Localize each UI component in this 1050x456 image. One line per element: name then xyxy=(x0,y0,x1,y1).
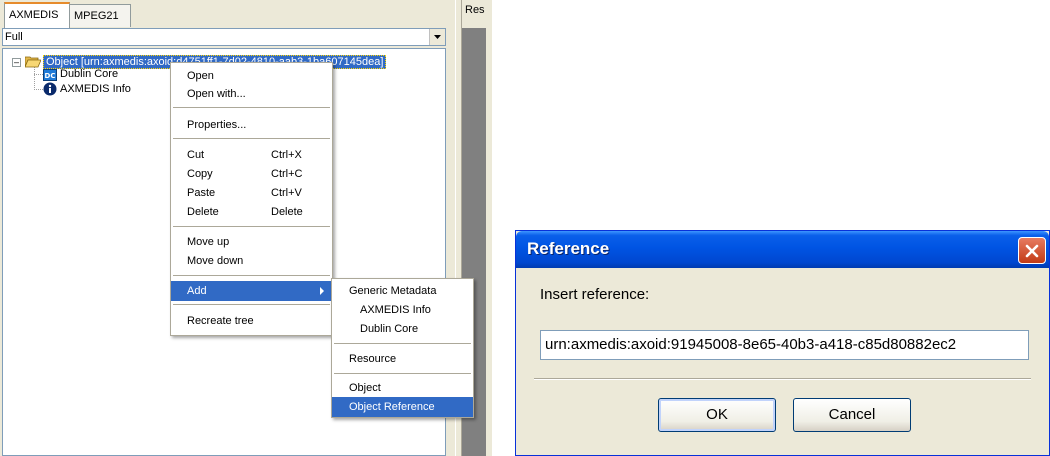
tab-strip: AXMEDIS MPEG21 xyxy=(0,0,455,30)
tab-axmedis[interactable]: AXMEDIS xyxy=(4,2,70,28)
menu-item-cut[interactable]: Cut Ctrl+X xyxy=(171,145,332,165)
dialog-title: Reference xyxy=(527,239,610,258)
reference-dialog: Reference Insert reference: urn:axmedis:… xyxy=(515,230,1050,456)
reference-prompt: Insert reference: xyxy=(540,286,650,303)
menu-item-open-with[interactable]: Open with... xyxy=(171,84,332,104)
open-folder-icon xyxy=(25,54,41,68)
menu-item-paste[interactable]: Paste Ctrl+V xyxy=(171,183,332,203)
menu-item-move-down[interactable]: Move down xyxy=(171,251,332,271)
close-button[interactable] xyxy=(1018,237,1046,264)
svg-text:DC: DC xyxy=(45,72,56,80)
menu-item-recreate-tree[interactable]: Recreate tree xyxy=(171,311,332,331)
reference-input[interactable]: urn:axmedis:axoid:91945008-8e65-40b3-a41… xyxy=(540,330,1029,360)
dialog-divider xyxy=(534,378,1031,380)
submenu-item-object[interactable]: Object xyxy=(332,378,473,398)
context-menu: Open Open with... Properties... Cut Ctrl+… xyxy=(170,62,333,336)
info-icon xyxy=(43,82,57,96)
menu-separator xyxy=(173,226,330,227)
ok-button[interactable]: OK xyxy=(658,398,776,432)
menu-separator xyxy=(173,304,330,305)
cancel-button[interactable]: Cancel xyxy=(793,398,911,432)
menu-separator xyxy=(173,275,330,276)
chevron-down-icon[interactable] xyxy=(429,29,445,45)
dublin-core-icon: DC xyxy=(43,68,57,81)
submenu-item-object-reference[interactable]: Object Reference xyxy=(332,397,473,417)
tree-connector xyxy=(34,89,43,90)
tab-mpeg21[interactable]: MPEG21 xyxy=(69,4,131,27)
submenu-item-dublin-core[interactable]: Dublin Core xyxy=(332,319,473,339)
menu-item-add[interactable]: Add xyxy=(171,281,332,301)
menu-separator xyxy=(334,343,471,344)
tree-connector xyxy=(34,74,43,75)
menu-separator xyxy=(334,373,471,374)
tree-node-label: AXMEDIS Info xyxy=(60,83,131,95)
add-submenu: Generic Metadata AXMEDIS Info Dublin Cor… xyxy=(331,278,474,418)
view-select-value: Full xyxy=(5,31,23,43)
menu-item-move-up[interactable]: Move up xyxy=(171,232,332,252)
submenu-item-axmedis-info[interactable]: AXMEDIS Info xyxy=(332,300,473,320)
collapse-toggle-icon[interactable]: – xyxy=(12,58,21,67)
submenu-item-generic-metadata[interactable]: Generic Metadata xyxy=(332,281,473,301)
submenu-arrow-icon xyxy=(320,287,324,295)
submenu-item-resource[interactable]: Resource xyxy=(332,349,473,369)
tree-node-dublin-core[interactable]: Dublin Core xyxy=(60,66,118,82)
menu-separator xyxy=(173,107,330,108)
tree-node-axmedis-info[interactable]: AXMEDIS Info xyxy=(60,81,131,97)
dialog-titlebar[interactable]: Reference xyxy=(516,231,1049,268)
menu-item-copy[interactable]: Copy Ctrl+C xyxy=(171,164,332,184)
tree-node-label: Dublin Core xyxy=(60,68,119,80)
tab-res[interactable]: Res xyxy=(465,4,485,16)
tree-connector xyxy=(34,66,35,90)
close-icon xyxy=(1025,244,1039,257)
menu-item-delete[interactable]: Delete Delete xyxy=(171,202,332,222)
menu-item-open[interactable]: Open xyxy=(171,66,332,86)
view-select[interactable]: Full xyxy=(2,28,446,46)
menu-item-properties[interactable]: Properties... xyxy=(171,115,332,135)
menu-separator xyxy=(173,138,330,139)
